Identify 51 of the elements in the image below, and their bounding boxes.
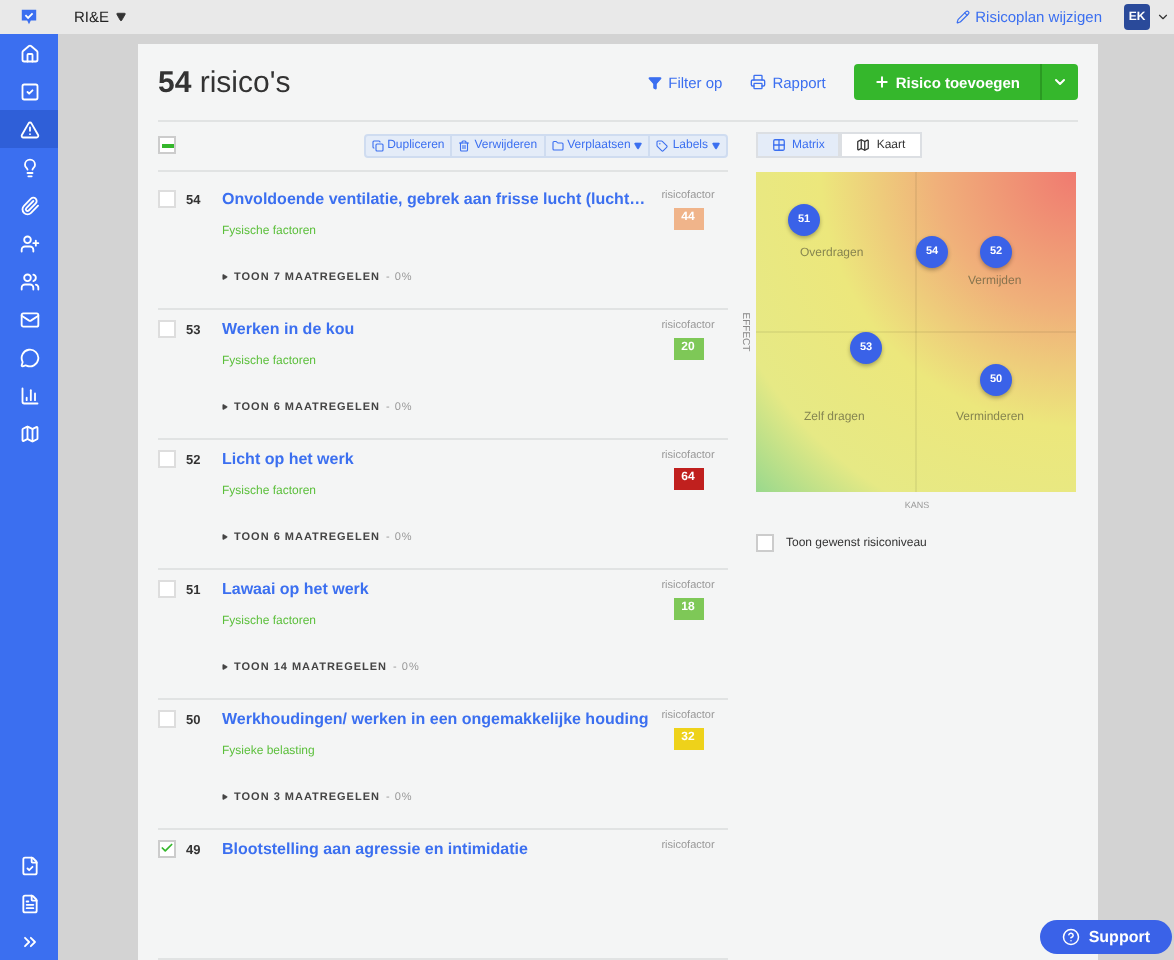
trash-icon <box>458 139 471 152</box>
row-checkbox[interactable] <box>158 319 176 338</box>
row-checkbox[interactable] <box>158 839 176 858</box>
caret-icon <box>222 404 228 411</box>
users-icon <box>19 271 39 291</box>
plus-icon <box>873 74 890 90</box>
lightbulb-icon <box>19 157 39 177</box>
caret-icon <box>222 274 228 281</box>
support-button[interactable]: Support <box>1040 920 1172 954</box>
filter-icon <box>648 75 663 89</box>
caret-icon <box>1156 10 1170 24</box>
row-checkbox[interactable] <box>158 189 176 208</box>
caret-icon <box>115 12 126 22</box>
grid-icon <box>772 138 786 152</box>
row-checkbox[interactable] <box>158 709 176 728</box>
select-all-checkbox[interactable] <box>158 136 176 155</box>
map-icon <box>856 138 871 152</box>
sidebar-item[interactable] <box>0 110 58 148</box>
mail-icon <box>19 309 39 329</box>
risk-title[interactable]: Werkhoudingen/ werken in een ongemakkelijke houding <box>222 709 648 728</box>
checkbox-icon <box>19 81 39 101</box>
home-icon <box>19 43 39 63</box>
copy-icon <box>371 139 384 152</box>
user-add-icon <box>19 233 39 253</box>
warning-icon <box>19 119 39 139</box>
caret-icon <box>1052 74 1068 90</box>
pencil-icon <box>955 10 970 24</box>
printer-icon <box>750 74 767 90</box>
paperclip-icon <box>19 195 39 215</box>
help-icon <box>1062 928 1081 946</box>
risk-title[interactable]: Lawaai op het werk <box>222 579 648 598</box>
caret-icon <box>222 534 228 541</box>
row-checkbox[interactable] <box>158 449 176 468</box>
caret-icon <box>222 794 228 801</box>
chevrons-right-icon <box>19 931 39 951</box>
risk-title[interactable]: Onvoldoende ventilatie, gebrek aan frisse lucht (lucht… <box>222 189 648 208</box>
desired-level-checkbox[interactable] <box>756 534 774 552</box>
caret-icon <box>222 664 228 671</box>
chart-icon <box>19 385 39 405</box>
document-icon <box>19 893 39 913</box>
folder-icon <box>551 139 564 152</box>
risk-title[interactable]: Licht op het werk <box>222 449 648 468</box>
logo-icon[interactable] <box>20 8 38 26</box>
page-title: 54 risico's <box>158 65 293 99</box>
chat-icon <box>19 347 39 367</box>
risk-title[interactable]: Werken in de kou <box>222 319 648 338</box>
map-icon <box>19 423 39 443</box>
checked-document-icon <box>19 855 39 875</box>
row-checkbox[interactable] <box>158 579 176 598</box>
tag-icon <box>656 139 669 152</box>
risk-title[interactable]: Blootstelling aan agressie en intimidatie <box>222 839 648 858</box>
